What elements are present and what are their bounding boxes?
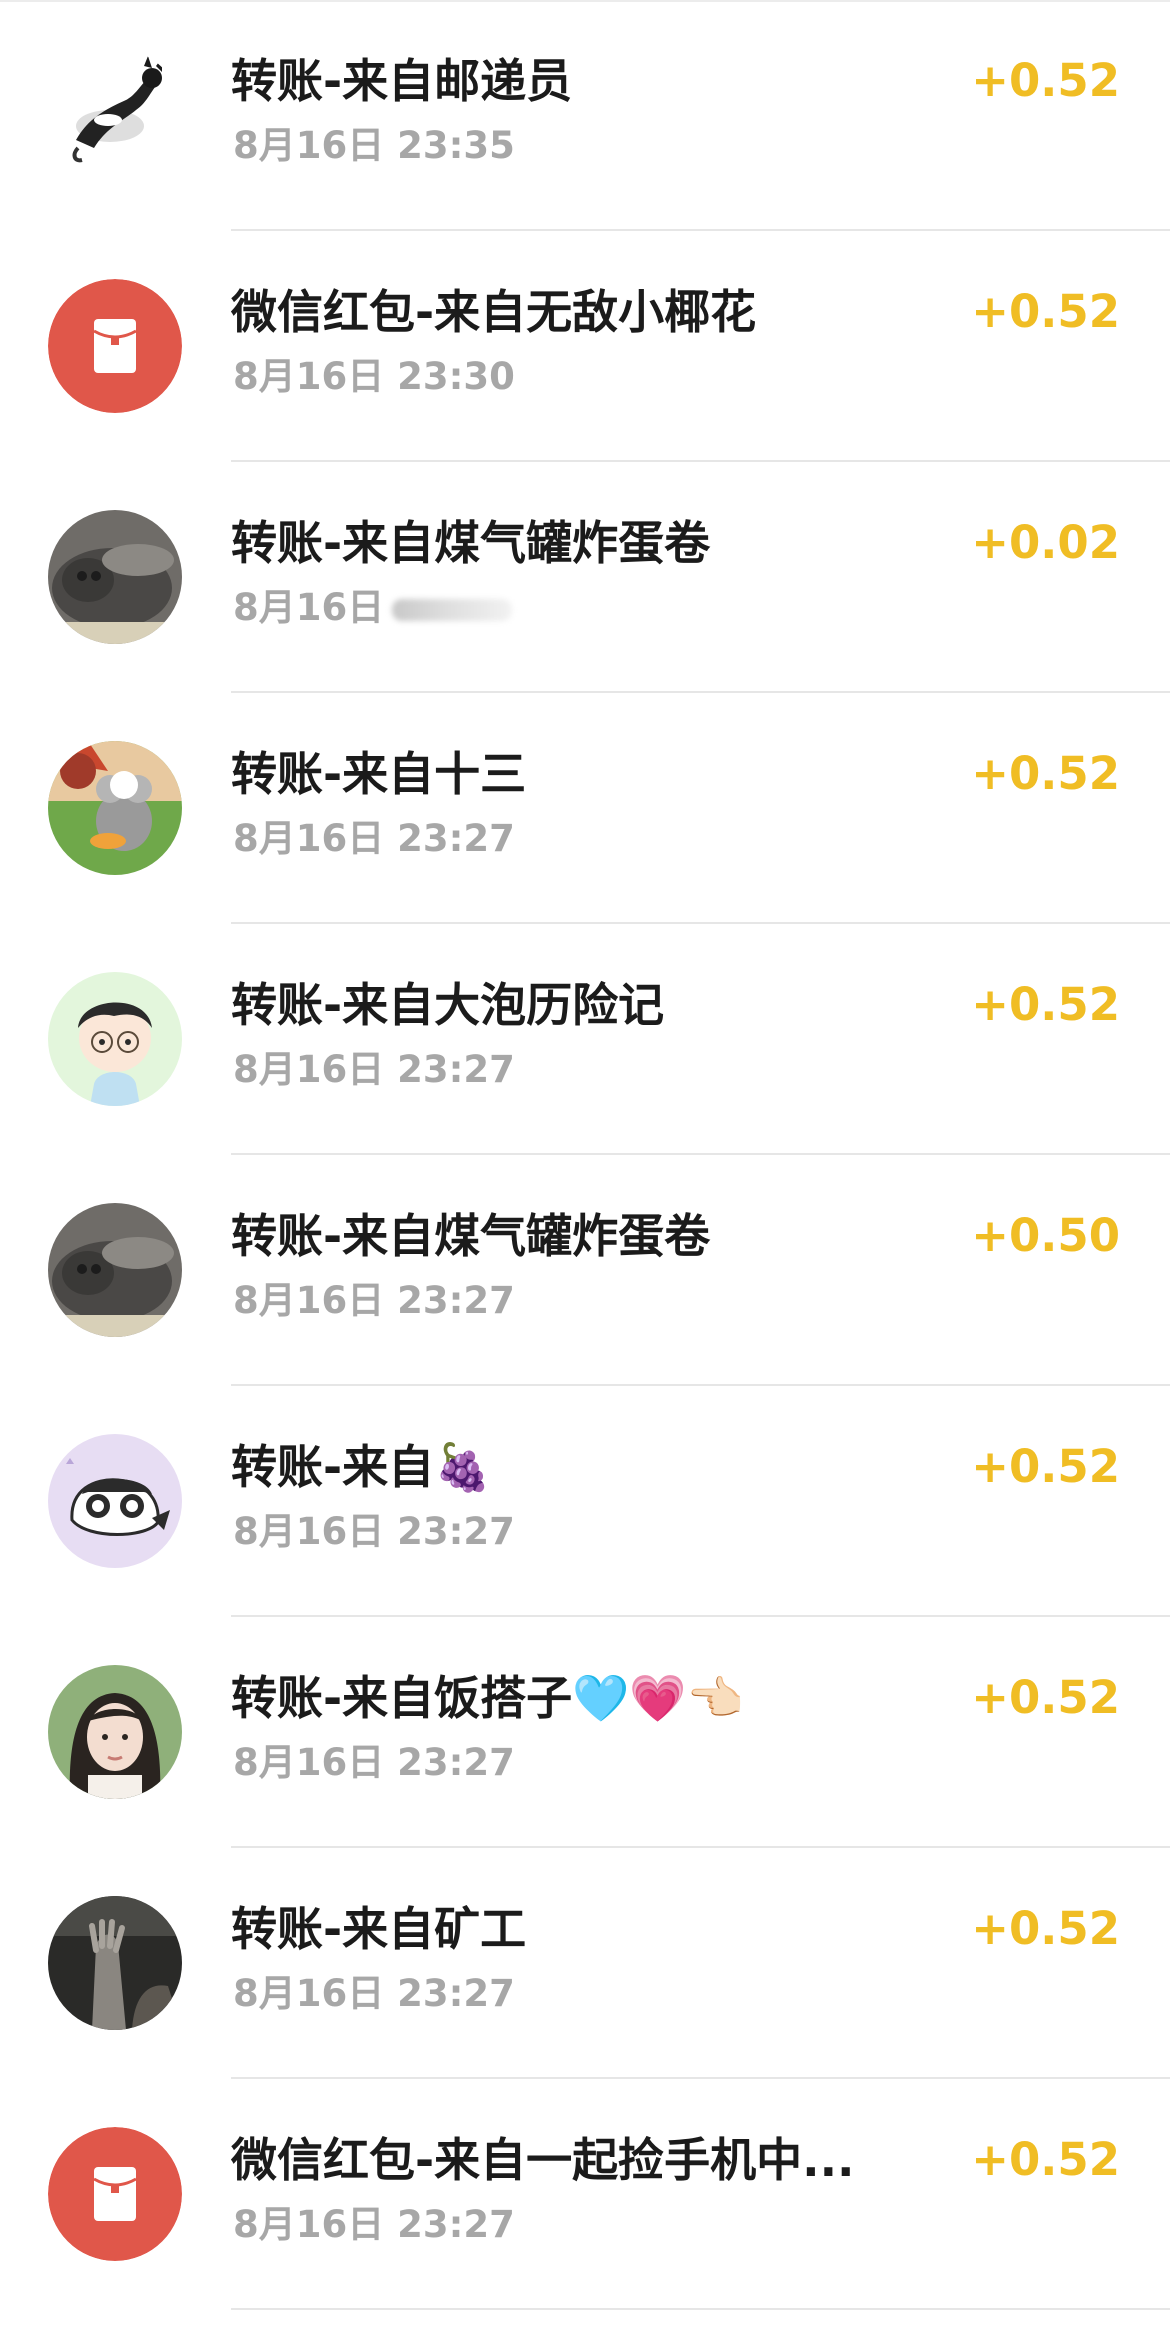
transaction-amount: +0.52	[971, 1902, 1120, 1955]
dark-photo-avatar	[48, 1896, 182, 2030]
gray-cat-avatar	[48, 510, 182, 644]
transaction-amount: +0.52	[971, 1440, 1120, 1493]
transaction-time: 8月16日 23:27	[233, 1972, 515, 2015]
blurred-time	[392, 598, 513, 621]
transaction-time: 8月16日 23:27	[233, 1048, 515, 1091]
transaction-amount: +0.52	[971, 978, 1120, 1031]
transaction-amount: +0.50	[971, 1209, 1120, 1262]
girl-photo-avatar	[48, 1665, 182, 1799]
transaction-title: 转账-来自矿工	[231, 1902, 527, 1956]
time-date: 8月16日	[233, 586, 385, 629]
transaction-title: 转账-来自大泡历险记	[231, 978, 665, 1032]
transaction-amount: +0.52	[971, 2133, 1120, 2186]
transaction-list: 转账-来自邮递员 8月16日 23:35 +0.52 微信红包-来自无敌小椰花 …	[0, 0, 1170, 2310]
gray-cat-avatar	[48, 1203, 182, 1337]
transaction-time: 8月16日 23:27	[233, 1279, 515, 1322]
transaction-row[interactable]: 转账-来自🍇 8月16日 23:27 +0.52	[0, 1386, 1170, 1617]
transaction-title: 微信红包-来自无敌小椰花	[231, 285, 757, 339]
transaction-title: 转账-来自饭搭子🩵💗👈🏻	[231, 1671, 744, 1725]
red-packet-icon	[48, 2127, 182, 2261]
transaction-title: 转账-来自邮递员	[231, 54, 573, 108]
ink-cat-avatar	[48, 48, 182, 182]
transaction-title: 微信红包-来自一起捡手机中...	[231, 2133, 855, 2187]
cartoon-boy-avatar	[48, 972, 182, 1106]
cartoon-cat-avatar	[48, 1434, 182, 1568]
transaction-row[interactable]: 转账-来自十三 8月16日 23:27 +0.52	[0, 693, 1170, 924]
transaction-amount: +0.02	[971, 516, 1120, 569]
transaction-time: 8月16日 23:30	[233, 355, 515, 398]
transaction-row[interactable]: 转账-来自煤气罐炸蛋卷 8月16日 23:27 +0.50	[0, 1155, 1170, 1386]
transaction-row[interactable]: 转账-来自邮递员 8月16日 23:35 +0.52	[0, 0, 1170, 231]
transaction-title: 转账-来自🍇	[231, 1440, 492, 1494]
transaction-time: 8月16日 23:27	[233, 817, 515, 860]
transaction-amount: +0.52	[971, 54, 1120, 107]
transaction-time: 8月16日 23:27	[233, 2203, 515, 2246]
transaction-time: 8月16日 23:35	[233, 124, 515, 167]
row-divider	[231, 2308, 1170, 2310]
transaction-row[interactable]: 转账-来自大泡历险记 8月16日 23:27 +0.52	[0, 924, 1170, 1155]
cartoon-mouse-avatar	[48, 741, 182, 875]
transaction-row[interactable]: 微信红包-来自一起捡手机中... 8月16日 23:27 +0.52	[0, 2079, 1170, 2310]
transaction-row[interactable]: 转账-来自饭搭子🩵💗👈🏻 8月16日 23:27 +0.52	[0, 1617, 1170, 1848]
red-packet-icon	[48, 279, 182, 413]
transaction-row[interactable]: 转账-来自煤气罐炸蛋卷 8月16日 +0.02	[0, 462, 1170, 693]
transaction-amount: +0.52	[971, 285, 1120, 338]
transaction-time: 8月16日	[233, 584, 513, 632]
transaction-title: 转账-来自煤气罐炸蛋卷	[231, 516, 711, 570]
transaction-title: 转账-来自煤气罐炸蛋卷	[231, 1209, 711, 1263]
transaction-row[interactable]: 微信红包-来自无敌小椰花 8月16日 23:30 +0.52	[0, 231, 1170, 462]
transaction-title: 转账-来自十三	[231, 747, 527, 801]
transaction-row[interactable]: 转账-来自矿工 8月16日 23:27 +0.52	[0, 1848, 1170, 2079]
transaction-amount: +0.52	[971, 747, 1120, 800]
transaction-amount: +0.52	[971, 1671, 1120, 1724]
transaction-time: 8月16日 23:27	[233, 1741, 515, 1784]
transaction-time: 8月16日 23:27	[233, 1510, 515, 1553]
